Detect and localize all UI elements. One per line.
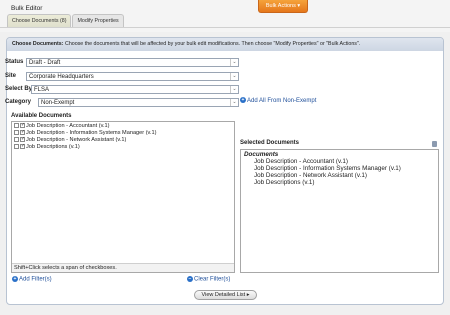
selected-document-item[interactable]: Job Description - Accountant (v.1) — [254, 158, 348, 165]
available-documents-list: Job Description - Accountant (v.1) Job D… — [11, 121, 235, 273]
category-row: Category Non-Exempt ⌄ — [5, 98, 239, 107]
add-all-link[interactable]: + Add All From Non-Exempt — [240, 97, 316, 106]
category-value: Non-Exempt — [41, 100, 75, 106]
add-all-label: Add All From Non-Exempt — [247, 98, 317, 104]
chevron-down-icon: ⌄ — [230, 59, 238, 66]
selected-document-item[interactable]: Job Description - Network Assistant (v.1… — [254, 172, 367, 179]
available-document-item[interactable]: Job Descriptions (v.1) — [14, 143, 80, 151]
tab-divider — [0, 27, 450, 28]
status-label: Status — [5, 59, 24, 65]
select-by-select[interactable]: FLSA ⌄ — [31, 85, 239, 94]
selected-documents-title: Selected Documents — [240, 140, 300, 146]
row-select-checkbox[interactable] — [14, 144, 19, 150]
site-select[interactable]: Corporate Headquarters ⌄ — [26, 72, 239, 81]
clear-filter-label: Clear Filter(s) — [194, 276, 231, 283]
selected-documents-heading: Documents — [244, 151, 279, 158]
available-document-item[interactable]: Job Description - Information Systems Ma… — [14, 129, 156, 137]
select-by-row: Select By FLSA ⌄ — [5, 85, 239, 94]
document-checkbox[interactable] — [20, 136, 25, 143]
selected-document-item[interactable]: Job Descriptions (v.1) — [254, 179, 314, 186]
row-select-checkbox[interactable] — [14, 130, 19, 136]
select-by-label: Select By — [5, 86, 33, 92]
panel-instruction: Choose the documents that will be affect… — [63, 41, 361, 47]
category-select[interactable]: Non-Exempt ⌄ — [38, 98, 239, 107]
document-checkbox[interactable] — [20, 143, 25, 150]
add-filter-link[interactable]: + Add Filter(s) — [12, 276, 52, 283]
minus-circle-icon: − — [187, 276, 193, 282]
available-documents-title: Available Documents — [11, 113, 72, 119]
site-label: Site — [5, 73, 17, 79]
select-by-value: FLSA — [34, 87, 50, 93]
status-select[interactable]: Draft - Draft ⌄ — [26, 58, 239, 67]
document-checkbox[interactable] — [20, 129, 25, 136]
app-title: Bulk Editor — [11, 5, 43, 12]
bulk-actions-label: Bulk Actions — [265, 3, 296, 9]
view-detailed-list-label: View Detailed List — [201, 292, 246, 298]
row-select-checkbox[interactable] — [14, 123, 19, 129]
site-row: Site Corporate Headquarters ⌄ — [5, 72, 239, 81]
play-icon: ▸ — [246, 292, 250, 298]
chevron-down-icon: ⌄ — [230, 73, 238, 80]
selected-document-item[interactable]: Job Description - Information Systems Ma… — [254, 165, 401, 172]
chevron-down-icon: ⌄ — [230, 99, 238, 106]
status-row: Status Draft - Draft ⌄ — [5, 58, 239, 67]
caret-down-icon: ▾ — [297, 3, 301, 9]
site-value: Corporate Headquarters — [29, 74, 94, 80]
tab-choose-documents[interactable]: Choose Documents (8) — [7, 14, 72, 27]
available-document-item[interactable]: Job Description - Network Assistant (v.1… — [14, 136, 126, 144]
category-label: Category — [5, 99, 32, 105]
shift-click-hint: Shift+Click selects a span of checkboxes… — [12, 263, 234, 272]
row-select-checkbox[interactable] — [14, 137, 19, 143]
tab-bar: Choose Documents (8) Modify Properties — [7, 14, 125, 27]
status-value: Draft - Draft — [29, 60, 61, 66]
plus-circle-icon: + — [12, 276, 18, 282]
trash-icon[interactable] — [432, 141, 437, 147]
chevron-down-icon: ⌄ — [230, 86, 238, 93]
plus-circle-icon: + — [240, 97, 246, 104]
available-document-item[interactable]: Job Description - Accountant (v.1) — [14, 122, 110, 130]
add-filter-label: Add Filter(s) — [19, 276, 52, 283]
selected-documents-list: Documents Job Description - Accountant (… — [240, 149, 439, 273]
tab-modify-properties[interactable]: Modify Properties — [72, 14, 124, 27]
bulk-actions-button[interactable]: Bulk Actions ▾ — [258, 0, 308, 13]
panel-header: Choose Documents: Choose the documents t… — [7, 38, 443, 51]
view-detailed-list-button[interactable]: View Detailed List ▸ — [194, 290, 257, 300]
panel-heading: Choose Documents: — [12, 41, 64, 47]
clear-filter-link[interactable]: − Clear Filter(s) — [187, 276, 230, 283]
document-checkbox[interactable] — [20, 122, 25, 129]
